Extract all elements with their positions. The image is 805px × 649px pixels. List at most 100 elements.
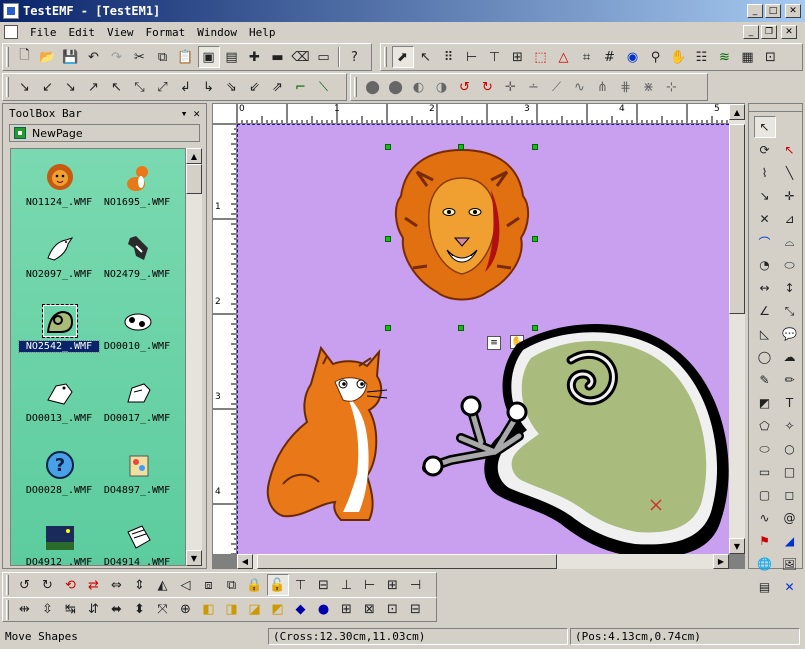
grid-dots-icon[interactable]: ⠿ bbox=[438, 46, 460, 68]
frame-icon[interactable]: # bbox=[599, 46, 621, 68]
zoom-in-icon[interactable]: ✚ bbox=[244, 46, 266, 68]
minimize-button[interactable]: _ bbox=[747, 4, 763, 18]
grid-show-icon[interactable]: ⊠ bbox=[359, 599, 381, 621]
group-icon[interactable]: ⧈ bbox=[198, 574, 220, 596]
canvas-vertical-scrollbar[interactable]: ▲ ▼ bbox=[729, 104, 745, 554]
thumbnail-item[interactable]: ? DO0028_.WMF bbox=[19, 443, 99, 513]
selection-handle[interactable] bbox=[458, 144, 464, 150]
scroll-right-icon[interactable]: ▶ bbox=[713, 554, 729, 569]
line-color-icon[interactable]: ● bbox=[313, 599, 335, 621]
scroll-thumb[interactable] bbox=[257, 554, 557, 569]
toolbar-grip[interactable] bbox=[354, 77, 357, 97]
menu-edit[interactable]: Edit bbox=[63, 26, 102, 39]
send-back-icon[interactable]: ◨ bbox=[221, 599, 243, 621]
add-point-icon[interactable]: ✛ bbox=[500, 76, 522, 98]
rotate-ccw-icon[interactable]: ↺ bbox=[454, 76, 476, 98]
flag-tool-icon[interactable]: ⚑ bbox=[754, 530, 776, 552]
align-top-edge-icon[interactable]: ⊤ bbox=[290, 574, 312, 596]
rotate-right-icon[interactable]: ↻ bbox=[37, 574, 59, 596]
rect-frame-icon[interactable]: ⬚ bbox=[530, 46, 552, 68]
page-view-icon[interactable]: ▣ bbox=[197, 46, 220, 68]
rectangle-tool-icon[interactable]: ▭ bbox=[754, 461, 776, 483]
pointer-icon[interactable]: ↖ bbox=[415, 46, 437, 68]
copy-icon[interactable]: ⧉ bbox=[152, 46, 174, 68]
free-shape-tool-icon[interactable]: ◩ bbox=[754, 392, 776, 414]
ruler-corner[interactable] bbox=[213, 104, 237, 124]
mdi-minimize-button[interactable]: _ bbox=[743, 25, 759, 39]
connector-7-icon[interactable]: ⤢ bbox=[152, 76, 174, 98]
align-left-edge-icon[interactable]: ⊢ bbox=[359, 574, 381, 596]
measure-tool-icon[interactable]: ↕ bbox=[779, 277, 801, 299]
menu-window[interactable]: Window bbox=[191, 26, 243, 39]
help-icon[interactable]: ? bbox=[344, 46, 366, 68]
connector-2-icon[interactable]: ↙ bbox=[37, 76, 59, 98]
round-square-tool-icon[interactable]: ◻ bbox=[779, 484, 801, 506]
toolbar-grip[interactable] bbox=[6, 77, 9, 97]
subtract-icon[interactable]: ◑ bbox=[431, 76, 453, 98]
menu-format[interactable]: Format bbox=[140, 26, 192, 39]
remove-point-icon[interactable]: ∸ bbox=[523, 76, 545, 98]
space-v-icon[interactable]: ⇳ bbox=[37, 599, 59, 621]
union-icon[interactable]: ⬤ bbox=[362, 76, 384, 98]
hand-pan-icon[interactable]: ✋ bbox=[668, 46, 690, 68]
connector-12-icon[interactable]: ⇗ bbox=[267, 76, 289, 98]
select-mode-icon[interactable]: ⬈ bbox=[391, 46, 414, 68]
send-backward-icon[interactable]: ◩ bbox=[267, 599, 289, 621]
connector-11-icon[interactable]: ⇙ bbox=[244, 76, 266, 98]
thumbnail-item[interactable]: NO1124_.WMF bbox=[19, 155, 99, 225]
select-tool-icon[interactable]: ↖ bbox=[753, 116, 776, 138]
rotate-left-icon[interactable]: ↺ bbox=[14, 574, 36, 596]
curve-edit-icon[interactable]: ∿ bbox=[569, 76, 591, 98]
triangle-flip-icon[interactable]: ◭ bbox=[152, 574, 174, 596]
same-height-icon[interactable]: ⬍ bbox=[129, 599, 151, 621]
thumbnail-item[interactable]: DO0013_.WMF bbox=[19, 371, 99, 441]
text-tool-icon[interactable]: T bbox=[779, 392, 801, 414]
selection-handle[interactable] bbox=[532, 236, 538, 242]
node-select-tool-icon[interactable]: ↖ bbox=[779, 139, 801, 161]
connector-1-icon[interactable]: ↘ bbox=[14, 76, 36, 98]
distribute-h-icon[interactable]: ↹ bbox=[60, 599, 82, 621]
connector-3-icon[interactable]: ↘ bbox=[60, 76, 82, 98]
menu-file[interactable]: File bbox=[24, 26, 63, 39]
layer-manager-icon[interactable]: ▦ bbox=[737, 46, 759, 68]
connector-10-icon[interactable]: ⇘ bbox=[221, 76, 243, 98]
save-icon[interactable]: 💾 bbox=[60, 46, 82, 68]
wave-tool-icon[interactable]: ∿ bbox=[754, 507, 776, 529]
smooth-node-icon[interactable]: ⋕ bbox=[615, 76, 637, 98]
thumbnail-item[interactable]: NO2097_.WMF bbox=[19, 227, 99, 297]
cut-icon[interactable]: ✂ bbox=[129, 46, 151, 68]
lock-icon[interactable]: 🔒 bbox=[244, 574, 266, 596]
network-icon[interactable]: ⊡ bbox=[760, 46, 782, 68]
thumbnail-item[interactable]: DO0017_.WMF bbox=[97, 371, 177, 441]
rotate-cw-icon[interactable]: ↻ bbox=[477, 76, 499, 98]
scroll-left-icon[interactable]: ◀ bbox=[237, 554, 253, 569]
thumbnail-item[interactable]: NO2479_.WMF bbox=[97, 227, 177, 297]
scroll-up-icon[interactable]: ▲ bbox=[729, 104, 745, 120]
flip-icon[interactable]: ⇄ bbox=[83, 574, 105, 596]
toolbox-close-icon[interactable]: ✕ bbox=[193, 107, 200, 120]
align-box-icon[interactable]: ⊞ bbox=[507, 46, 529, 68]
toolbox-page-tab[interactable]: NewPage bbox=[9, 124, 200, 142]
circle-tool-icon[interactable]: ○ bbox=[779, 438, 801, 460]
delete-tool-icon[interactable]: ✕ bbox=[779, 576, 801, 598]
line-tool-icon[interactable]: ╲ bbox=[779, 162, 801, 184]
mdi-close-button[interactable]: ✕ bbox=[781, 25, 797, 39]
horizontal-ruler[interactable]: 0 1 2 3 4 5 bbox=[237, 104, 729, 124]
thumbnail-item[interactable]: DO0010_.WMF bbox=[97, 299, 177, 369]
redo-icon[interactable]: ↷ bbox=[106, 46, 128, 68]
curve-tool-icon[interactable]: ⌓ bbox=[779, 231, 801, 253]
toolbar-grip[interactable] bbox=[6, 575, 9, 595]
globe-tool-icon[interactable]: 🌐 bbox=[754, 553, 776, 575]
selection-handle[interactable] bbox=[385, 325, 391, 331]
unlock-icon[interactable]: 🔓 bbox=[266, 574, 289, 596]
undo-icon[interactable]: ↶ bbox=[83, 46, 105, 68]
line-edit-icon[interactable]: ⟋ bbox=[546, 76, 568, 98]
picture-tool-icon[interactable]: 🖼 bbox=[779, 553, 801, 575]
snap-object-icon[interactable]: ⊟ bbox=[405, 599, 427, 621]
menu-view[interactable]: View bbox=[101, 26, 140, 39]
align-bottom-edge-icon[interactable]: ⊥ bbox=[336, 574, 358, 596]
scroll-up-icon[interactable]: ▲ bbox=[186, 148, 202, 164]
toolbox-menu-icon[interactable]: ▾ bbox=[181, 107, 188, 120]
open-folder-icon[interactable]: 📂 bbox=[37, 46, 59, 68]
square-tool-icon[interactable]: □ bbox=[779, 461, 801, 483]
